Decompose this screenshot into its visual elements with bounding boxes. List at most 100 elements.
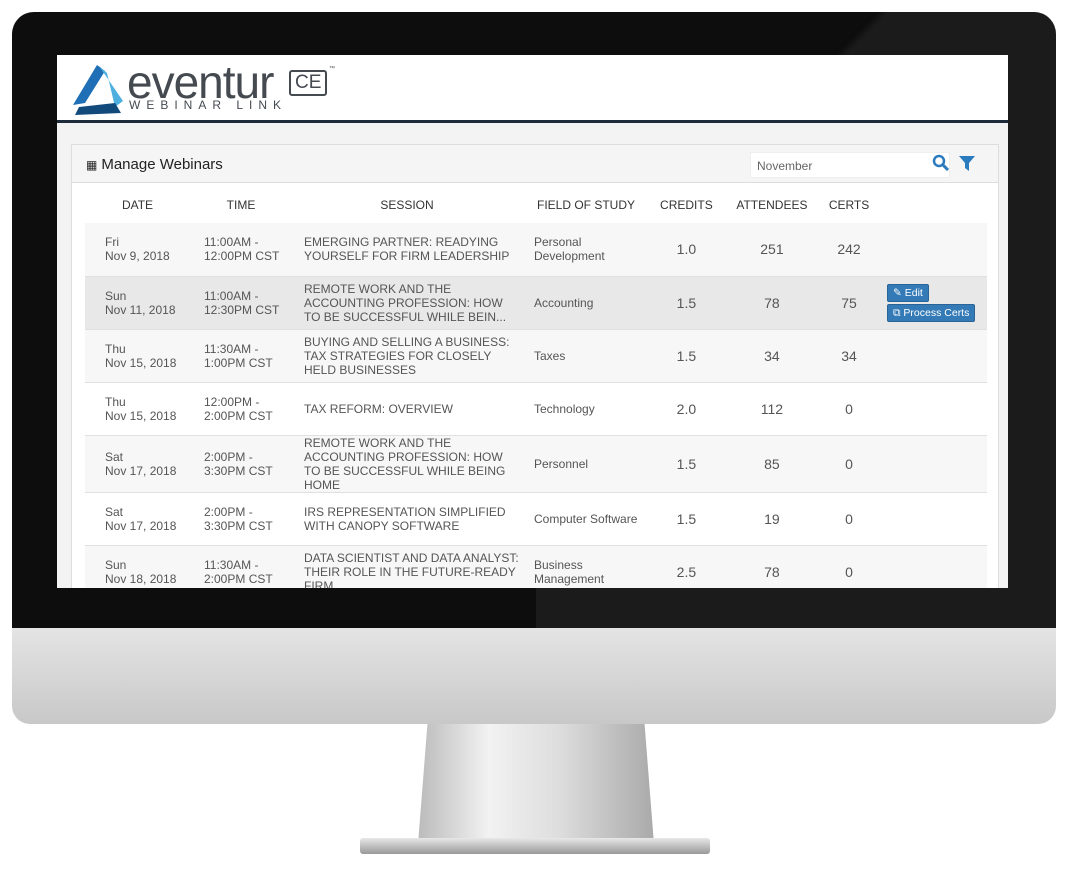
edit-button[interactable]: ✎ Edit xyxy=(887,283,929,302)
date: Nov 9, 2018 xyxy=(105,249,170,264)
time-end: 1:00PM CST xyxy=(204,355,273,370)
field-cell: Computer Software xyxy=(522,492,650,546)
session-cell: Remote Work and the Accounting Professio… xyxy=(292,276,522,330)
col-time[interactable]: TIME xyxy=(190,187,292,223)
session-cell: Emerging Partner: Readying Yourself for … xyxy=(292,223,522,277)
date-cell: Sun Nov 18, 2018 xyxy=(85,545,190,588)
monitor-base xyxy=(360,838,710,854)
actions-cell xyxy=(877,329,987,383)
table-row[interactable]: Sun Nov 11, 2018 11:00AM -12:30PM CST Rem… xyxy=(85,276,987,330)
webinars-table: DATE TIME SESSION FIELD OF STUDY CREDITS… xyxy=(85,187,987,588)
credits-cell: 1.5 xyxy=(650,329,723,383)
time-start: 11:30AM - xyxy=(204,341,259,356)
col-date[interactable]: DATE xyxy=(85,187,190,223)
certs-cell: 0 xyxy=(821,435,877,493)
col-field[interactable]: FIELD OF STUDY xyxy=(522,187,650,223)
process-certs-button[interactable]: ⧉ Process Certs xyxy=(887,303,976,322)
table-row[interactable]: Sat Nov 17, 2018 2:00PM -3:30PM CST IRS R… xyxy=(85,492,987,546)
table-row[interactable]: Sun Nov 18, 2018 11:30AM -2:00PM CST Data… xyxy=(85,545,987,588)
grid-icon: ▦ xyxy=(86,158,98,172)
time-cell: 2:00PM -3:30PM CST xyxy=(190,435,292,493)
date-cell: Thu Nov 15, 2018 xyxy=(85,382,190,436)
date-cell: Sat Nov 17, 2018 xyxy=(85,492,190,546)
search-icon[interactable] xyxy=(932,154,949,171)
time-end: 12:30PM CST xyxy=(204,302,280,317)
actions-cell: ✎ Edit ⧉ Process Certs xyxy=(877,276,987,330)
field-cell: Personnel xyxy=(522,435,650,493)
monitor-chin xyxy=(12,628,1056,724)
attendees-cell: 78 xyxy=(722,545,822,588)
time-end: 3:30PM CST xyxy=(204,463,273,478)
process-label: Process Certs xyxy=(903,306,970,319)
day: Sat xyxy=(105,449,124,464)
day: Fri xyxy=(105,235,119,250)
certs-cell: 242 xyxy=(821,223,877,277)
table-row[interactable]: Fri Nov 9, 2018 11:00AM -12:00PM CST Emer… xyxy=(85,223,987,277)
time-start: 2:00PM - xyxy=(204,449,253,464)
credits-cell: 2.5 xyxy=(650,545,723,588)
session-cell: Tax Reform: Overview xyxy=(292,382,522,436)
day: Sun xyxy=(105,557,127,572)
table-row[interactable]: Sat Nov 17, 2018 2:00PM -3:30PM CST Remot… xyxy=(85,435,987,493)
brand-subtitle: WEBINAR LINK xyxy=(129,98,288,112)
field-cell: Technology xyxy=(522,382,650,436)
attendees-cell: 78 xyxy=(722,276,822,330)
day: Thu xyxy=(105,341,126,356)
certs-cell: 34 xyxy=(821,329,877,383)
app-header: eventur CE ™ WEBINAR LINK xyxy=(57,55,1008,123)
day: Sun xyxy=(105,288,127,303)
attendees-cell: 251 xyxy=(722,223,822,277)
actions-cell xyxy=(877,492,987,546)
actions-cell xyxy=(877,223,987,277)
attendees-cell: 112 xyxy=(722,382,822,436)
date: Nov 15, 2018 xyxy=(105,355,177,370)
time-end: 2:00PM CST xyxy=(204,408,273,423)
brand-badge: CE xyxy=(289,70,328,96)
field-cell: Taxes xyxy=(522,329,650,383)
day: Sat xyxy=(105,504,124,519)
table-row[interactable]: Thu Nov 15, 2018 11:30AM -1:00PM CST Buyi… xyxy=(85,329,987,383)
date: Nov 15, 2018 xyxy=(105,408,177,423)
copy-icon: ⧉ xyxy=(893,306,901,319)
brand-tm: ™ xyxy=(329,66,335,72)
field-cell: Business Management xyxy=(522,545,650,588)
time-start: 11:00AM - xyxy=(204,235,259,250)
credits-cell: 2.0 xyxy=(650,382,723,436)
attendees-cell: 34 xyxy=(722,329,822,383)
col-credits[interactable]: CREDITS xyxy=(650,187,723,223)
certs-cell: 0 xyxy=(821,492,877,546)
certs-cell: 0 xyxy=(821,382,877,436)
table-row[interactable]: Thu Nov 15, 2018 12:00PM -2:00PM CST Tax … xyxy=(85,382,987,436)
date: Nov 11, 2018 xyxy=(105,302,176,317)
col-attendees[interactable]: ATTENDEES xyxy=(723,187,821,223)
certs-cell: 0 xyxy=(821,545,877,588)
actions-cell xyxy=(877,545,987,588)
filter-icon[interactable] xyxy=(959,156,975,171)
time-cell: 11:00AM -12:00PM CST xyxy=(190,223,292,277)
actions-cell xyxy=(877,382,987,436)
credits-cell: 1.5 xyxy=(650,435,723,493)
monitor-stand xyxy=(418,724,654,844)
field-cell: Accounting xyxy=(522,276,650,330)
date: Nov 18, 2018 xyxy=(105,571,177,586)
credits-cell: 1.0 xyxy=(650,223,723,277)
certs-cell: 75 xyxy=(821,276,877,330)
col-session[interactable]: SESSION xyxy=(292,187,522,223)
pencil-icon: ✎ xyxy=(893,286,902,299)
time-cell: 11:30AM -1:00PM CST xyxy=(190,329,292,383)
search-input[interactable]: November xyxy=(750,152,950,178)
panel-title-text: Manage Webinars xyxy=(101,156,223,173)
col-certs[interactable]: CERTS xyxy=(821,187,877,223)
time-end: 12:00PM CST xyxy=(204,249,280,264)
date-cell: Sat Nov 17, 2018 xyxy=(85,435,190,493)
time-cell: 12:00PM -2:00PM CST xyxy=(190,382,292,436)
session-cell: Data Scientist and Data Analyst: Their R… xyxy=(292,545,522,588)
time-cell: 2:00PM -3:30PM CST xyxy=(190,492,292,546)
date: Nov 17, 2018 xyxy=(105,463,177,478)
time-end: 2:00PM CST xyxy=(204,571,273,586)
edit-label: Edit xyxy=(904,286,923,299)
panel-title: ▦ Manage Webinars xyxy=(86,156,223,173)
day: Thu xyxy=(105,394,126,409)
session-cell: Remote Work and the Accounting Professio… xyxy=(292,435,522,493)
attendees-cell: 19 xyxy=(722,492,822,546)
